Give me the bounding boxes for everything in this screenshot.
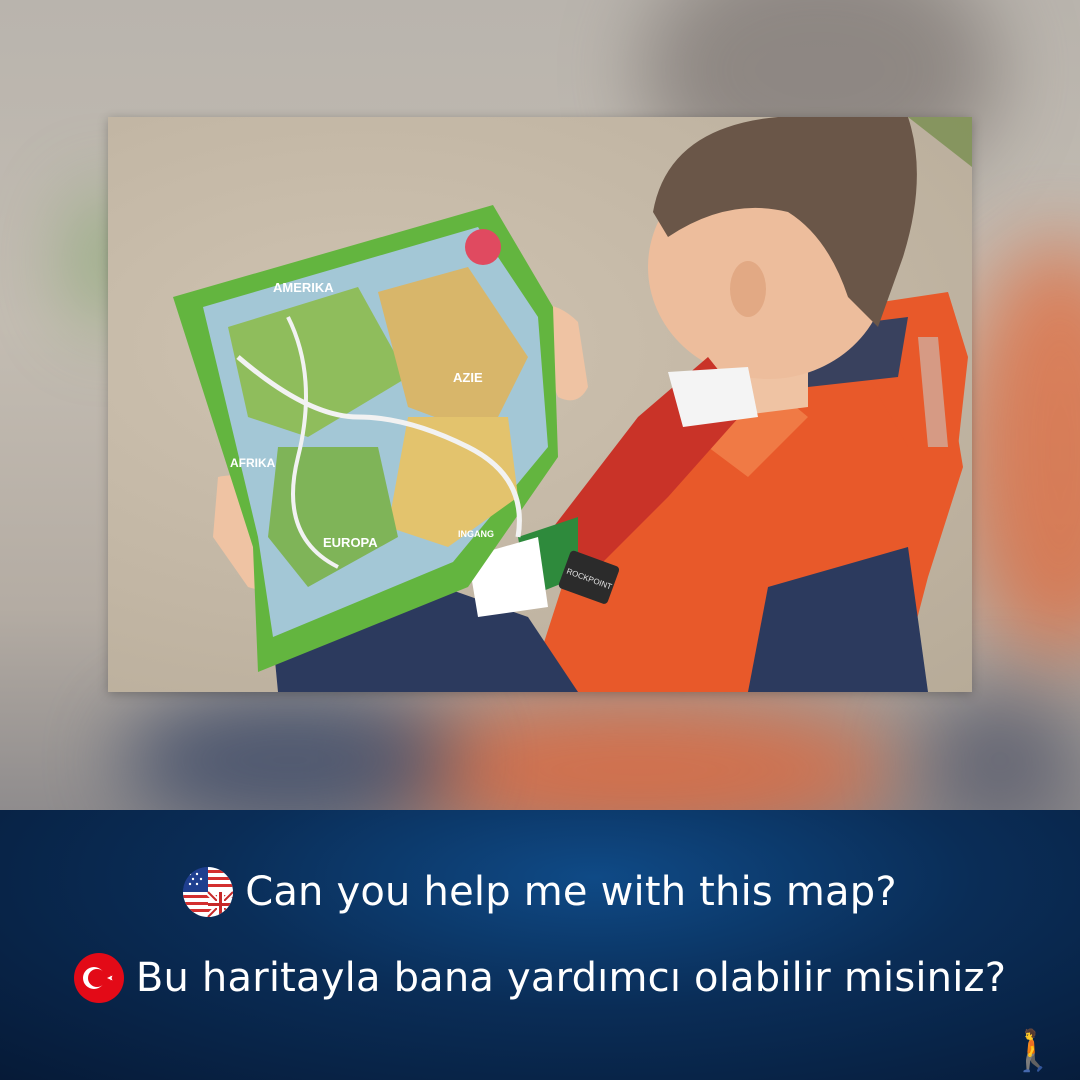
caption-turkish-text: Bu haritayla bana yardımcı olabilir misi… [135, 955, 1007, 1001]
caption-turkish: Bu haritayla bana yardımcı olabilir misi… [0, 948, 1080, 1008]
caption-english: Can you help me with this map? [0, 862, 1080, 922]
turkey-flag-icon [73, 953, 124, 1003]
map-label-ingang: INGANG [458, 529, 494, 539]
map-label-azie: AZIE [453, 370, 483, 385]
caption-english-text: Can you help me with this map? [245, 869, 897, 915]
map-label-afrika: AFRIKA [230, 456, 276, 470]
photo-boy-reading-map: ROCKPOINT AMERIKA AZIE AFRIKA EUROPA ING… [108, 117, 972, 692]
us-uk-flag-icon [183, 867, 234, 917]
person-walking-icon: 🚶 [1008, 1028, 1058, 1074]
caption-band [0, 810, 1080, 1080]
map-label-europa: EUROPA [323, 535, 378, 550]
map-label-amerika: AMERIKA [273, 280, 334, 295]
